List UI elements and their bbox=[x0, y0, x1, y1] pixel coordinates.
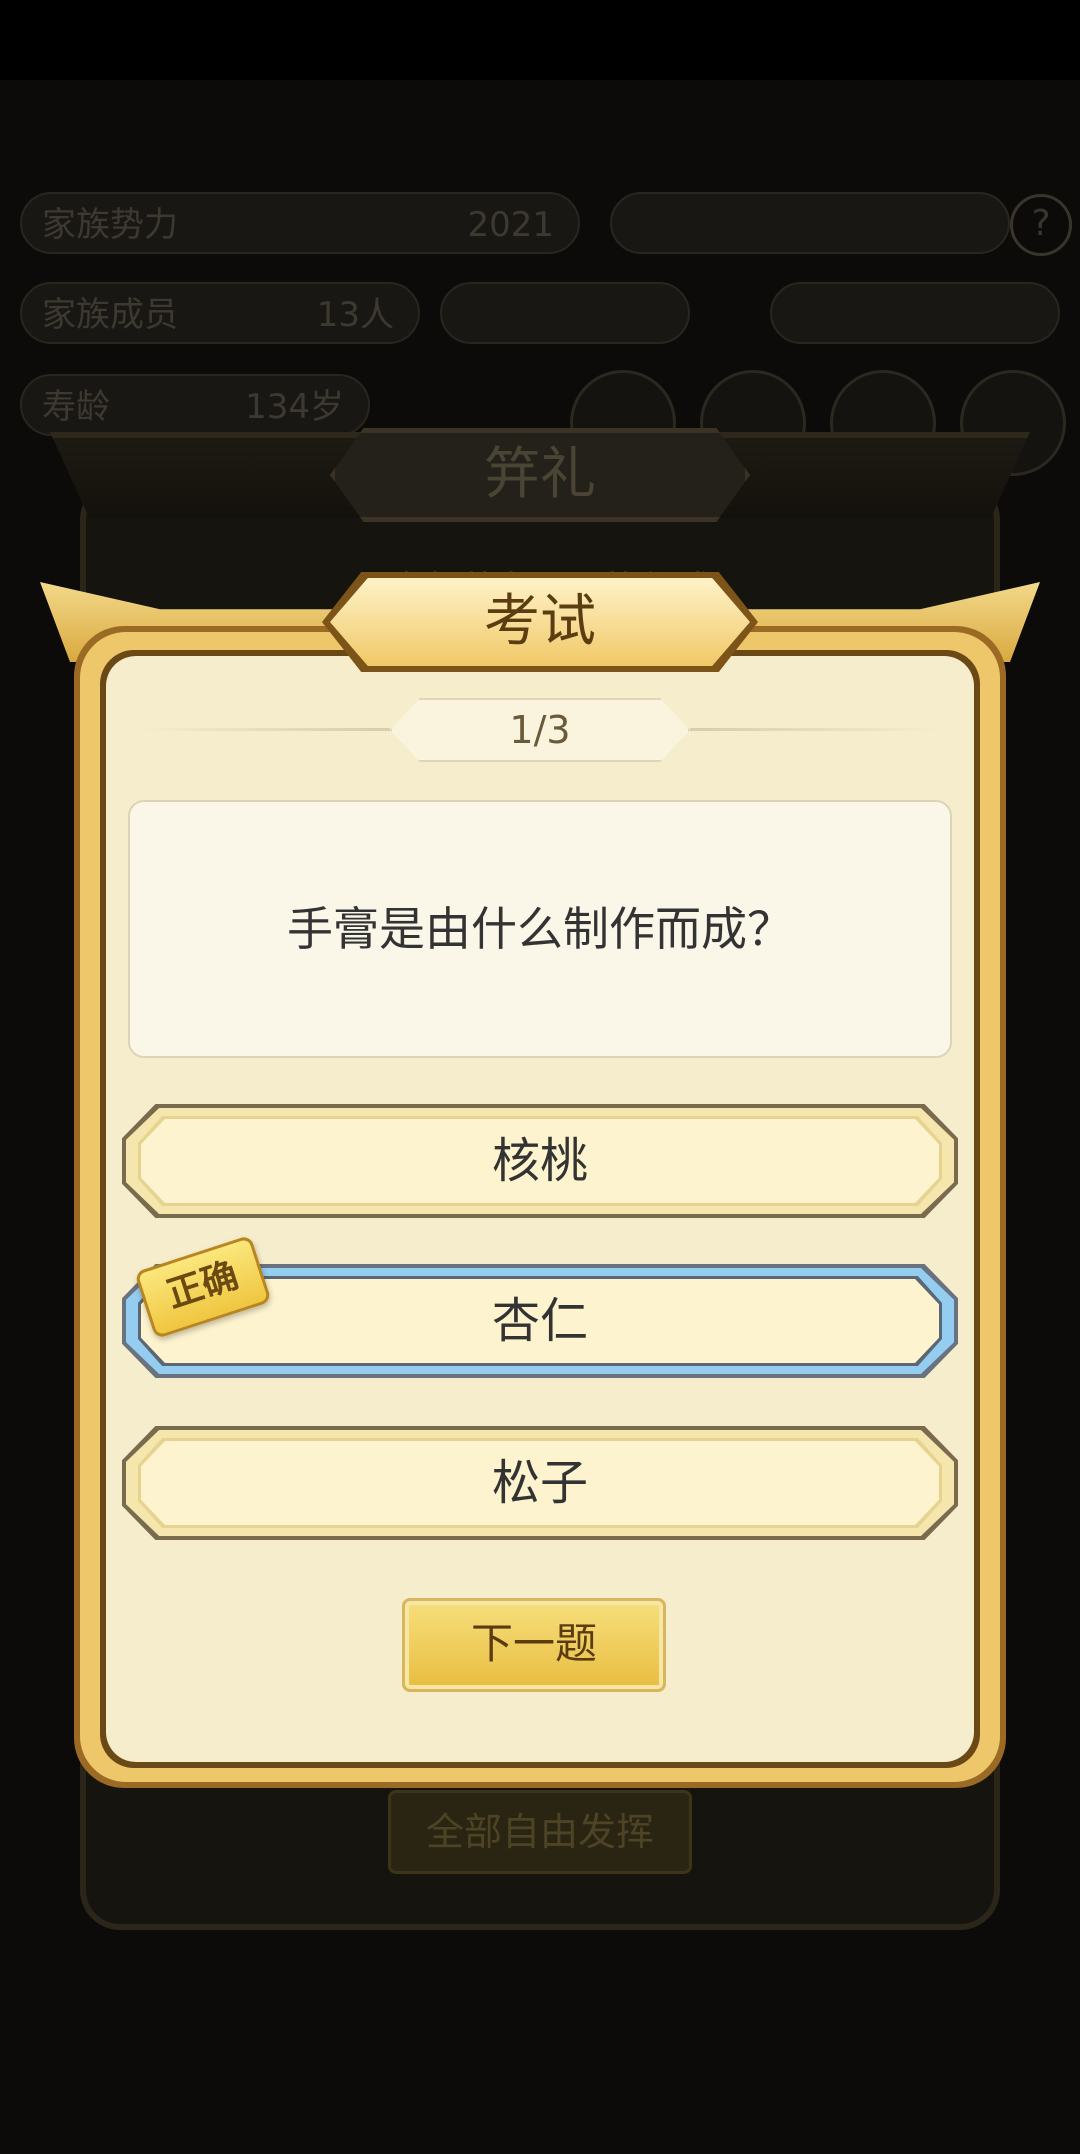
option-label: 松子 bbox=[141, 1441, 939, 1525]
exam-dialog: 考试 1/3 手膏是由什么制作而成？ 核桃 杏仁 正确 松子 下一题 bbox=[0, 0, 1080, 2154]
dialog-title: 考试 bbox=[330, 578, 750, 666]
question-text: 手膏是由什么制作而成？ bbox=[128, 800, 952, 1058]
answer-option[interactable]: 松子 bbox=[122, 1426, 958, 1540]
answer-option[interactable]: 核桃 bbox=[122, 1104, 958, 1218]
next-question-button[interactable]: 下一题 bbox=[402, 1598, 666, 1692]
progress-divider-right bbox=[690, 728, 940, 731]
progress-divider-left bbox=[140, 728, 390, 731]
option-label: 核桃 bbox=[141, 1119, 939, 1203]
question-progress: 1/3 bbox=[390, 698, 690, 762]
